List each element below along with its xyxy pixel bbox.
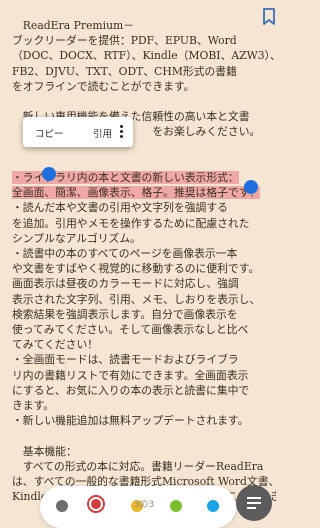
text-line: すべての形式の本に対応。書籍リーダーReadEra <box>12 459 264 473</box>
text-line: きます。 <box>12 399 55 413</box>
more-vert-icon[interactable] <box>119 124 123 140</box>
text-line: ・読んだ本や文書の引用や文字列を強調する <box>12 201 228 215</box>
text-line: ・全画面モードは、読書モードおよびライブラ <box>12 353 239 367</box>
selection-start-handle[interactable] <box>42 167 56 181</box>
highlighted-line: 全画面、簡潔、画像表示、格子。推奨は格子です！ <box>12 186 261 200</box>
text-line: 検索結果を強調表示します。自分で画像表示を <box>12 307 238 321</box>
text-line: 基本機能： <box>12 444 77 458</box>
text-line: にすると、お気に入りの本の表示と読書に集中で <box>12 383 250 397</box>
text-line: ReadEra Premium－ <box>12 19 135 32</box>
text-line <box>12 94 276 109</box>
text-line: や文書をすばやく視覚的に移動するのに便利です。 <box>12 262 260 276</box>
page-indicator: 3の3 <box>133 500 155 510</box>
text-line: ブックリーダーを提供：PDF、EPUB、Word <box>12 34 237 48</box>
text-line: を追加。引用やメモを操作するために配慮された <box>12 216 250 230</box>
quote-button[interactable]: 引用 <box>93 126 112 140</box>
text-line <box>12 428 276 443</box>
text-line: ・新しい機能追加は無料アップデートされます。 <box>12 414 249 428</box>
text-line: てみてください！ <box>12 338 99 352</box>
selection-popup: コピー 引用 <box>23 117 133 147</box>
text-line: ・読書中の本のすべてのページを画像表示一本 <box>12 247 238 261</box>
text-line: 使ってみてください。そして画像表示なしと比べ <box>12 323 249 337</box>
text-line: （DOC、DOCX、RTF）、Kindle（MOBI、AZW3）、 <box>12 49 276 63</box>
text-line: 画面表示は昼夜のカラーモードに対応し、強調 <box>12 277 239 291</box>
text-line: をオフラインで読むことができます。 <box>12 79 195 93</box>
text-line: FB2、DJVU、TXT、ODT、CHM形式の書籍 <box>12 64 237 78</box>
selection-end-handle[interactable] <box>244 180 258 194</box>
copy-button[interactable]: コピー <box>35 126 64 140</box>
book-text: ReadEra Premium－ ブックリーダーを提供：PDF、EPUB、Wor… <box>12 18 276 505</box>
text-line: リ内の書籍リストで有効にできます。全画面表示 <box>12 368 249 382</box>
text-line: シンプルなアルゴリズム。 <box>12 231 141 245</box>
text-line: 表示された文字列、引用、メモ、しおりを表示し、 <box>12 292 261 306</box>
